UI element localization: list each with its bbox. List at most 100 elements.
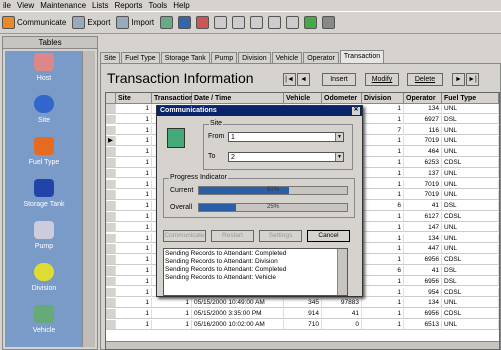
col-header-vehicle[interactable]: Vehicle — [284, 93, 322, 104]
row-selector[interactable] — [106, 104, 116, 113]
next-record-button[interactable]: ► — [452, 73, 465, 86]
table-row[interactable]: 1 1 05/16/2000 10:02:00 AM 710 0 1 6513 UNL — [106, 320, 499, 330]
row-selector[interactable] — [106, 114, 116, 124]
row-selector[interactable] — [106, 222, 116, 232]
import-button[interactable]: Import — [116, 16, 154, 29]
sidebar-item-site[interactable]: Site — [5, 95, 83, 124]
tab-pump[interactable]: Pump — [210, 52, 238, 63]
insert-button[interactable]: Insert — [322, 73, 356, 86]
table-row[interactable]: 1 1 05/15/2000 10:49:00 AM 345 97883 1 134 UNL — [106, 298, 499, 308]
first-record-button[interactable]: |◄ — [283, 73, 296, 86]
menu-maintenance[interactable]: Maintenance — [40, 1, 86, 10]
row-selector[interactable] — [106, 212, 116, 221]
col-header-division[interactable]: Division — [362, 93, 404, 104]
row-selector[interactable]: ▶ — [106, 136, 116, 146]
tab-storage-tank[interactable]: Storage Tank — [160, 52, 210, 63]
communicate-button[interactable]: Communicate — [163, 230, 206, 242]
tile-icon[interactable] — [268, 16, 282, 29]
cell-op: 134 — [404, 233, 442, 243]
row-selector[interactable] — [106, 244, 116, 254]
row-selector[interactable] — [106, 287, 116, 297]
horizontal-scrollbar[interactable] — [106, 341, 499, 349]
sidebar-item-storage-tank[interactable]: Storage Tank — [5, 179, 83, 208]
globe-icon[interactable] — [178, 16, 192, 29]
col-header-transaction[interactable]: Transaction — [152, 93, 193, 104]
row-selector[interactable] — [106, 125, 116, 135]
cell-veh: 914 — [284, 309, 322, 319]
network-icon[interactable] — [160, 16, 174, 29]
table-row[interactable]: 1 1 05/15/2000 3:35:00 PM 914 41 1 6956 CDSL — [106, 309, 499, 319]
row-selector[interactable] — [106, 179, 116, 189]
tab-fuel-type[interactable]: Fuel Type — [121, 52, 160, 63]
row-selector[interactable] — [106, 266, 116, 275]
communicate-button[interactable]: Communicate — [2, 16, 66, 29]
log-scrollbar[interactable] — [337, 249, 347, 295]
modify-button[interactable]: Modify — [365, 73, 399, 86]
tab-site[interactable]: Site — [100, 52, 121, 63]
from-select[interactable]: 1 ▼ — [228, 132, 344, 142]
settings-button[interactable]: Settings — [259, 230, 302, 242]
key-icon[interactable] — [322, 16, 336, 29]
restart-button[interactable]: Restart — [211, 230, 254, 242]
cancel-button[interactable]: Cancel — [307, 230, 350, 242]
sidebar: Tables Host Site Fuel Type Storage Tank … — [2, 36, 98, 350]
row-selector[interactable] — [106, 276, 116, 286]
to-select[interactable]: 2 ▼ — [228, 152, 344, 162]
row-selector[interactable] — [106, 298, 116, 308]
tab-transaction[interactable]: Transaction — [339, 50, 385, 63]
row-selector[interactable] — [106, 233, 116, 243]
sidebar-scrollbar[interactable] — [82, 51, 95, 347]
row-selector[interactable] — [106, 201, 116, 211]
communications-dialog: Communications ✕ Site From 1 ▼ To 2 ▼ Progr… — [156, 105, 363, 297]
row-selector[interactable] — [106, 320, 116, 329]
close-icon[interactable]: ✕ — [352, 107, 360, 115]
menu-tools[interactable]: Tools — [149, 1, 168, 10]
col-header-operator[interactable]: Operator — [404, 93, 442, 104]
cell-op: 6956 — [404, 255, 442, 265]
stop-icon[interactable] — [286, 16, 300, 29]
log-line: Sending Records to Attendant: Completed — [165, 250, 287, 257]
window-icon[interactable] — [232, 16, 246, 29]
row-selector[interactable] — [106, 168, 116, 178]
sidebar-item-vehicle[interactable]: Vehicle — [5, 305, 83, 334]
cell-div: 1 — [362, 244, 404, 254]
menu-file[interactable]: ile — [3, 1, 11, 10]
menu-view[interactable]: View — [17, 1, 34, 10]
menu-help[interactable]: Help — [173, 1, 189, 10]
cell-fuel: UNL — [442, 244, 499, 254]
row-selector[interactable] — [106, 309, 116, 319]
tab-vehicle[interactable]: Vehicle — [271, 52, 303, 63]
current-progress-bar: 61% — [198, 186, 348, 195]
progress-group-label: Progress Indicator — [169, 174, 228, 181]
log-line: Sending Records to Attendant: Division — [165, 258, 278, 265]
row-selector[interactable] — [106, 158, 116, 167]
cell-div: 1 — [362, 255, 404, 265]
export-button[interactable]: Export — [72, 16, 110, 29]
col-header-site[interactable]: Site — [116, 93, 152, 104]
sidebar-item-host[interactable]: Host — [5, 53, 83, 82]
refresh-icon[interactable] — [250, 16, 264, 29]
sidebar-item-division[interactable]: Division — [5, 263, 83, 292]
col-header-fuel-type[interactable]: Fuel Type — [442, 93, 499, 104]
tab-operator[interactable]: Operator — [303, 52, 339, 63]
col-header-odometer[interactable]: Odometer — [322, 93, 362, 104]
delete-button[interactable]: Delete — [407, 73, 443, 86]
row-selector[interactable] — [106, 190, 116, 200]
prev-record-button[interactable]: ◄ — [297, 73, 310, 86]
cell-site: 1 — [116, 168, 152, 178]
flag-icon[interactable] — [196, 16, 210, 29]
tab-division[interactable]: Division — [238, 52, 271, 63]
site-group: Site From 1 ▼ To 2 ▼ — [203, 120, 353, 170]
sidebar-item-fuel-type[interactable]: Fuel Type — [5, 137, 83, 166]
row-selector[interactable] — [106, 255, 116, 265]
undo-icon[interactable] — [214, 16, 228, 29]
menu-reports[interactable]: Reports — [114, 1, 142, 10]
row-selector[interactable] — [106, 147, 116, 157]
menu-lists[interactable]: Lists — [92, 1, 108, 10]
cell-fuel: UNL — [442, 136, 499, 146]
sidebar-item-pump[interactable]: Pump — [5, 221, 83, 250]
last-record-button[interactable]: ►| — [466, 73, 479, 86]
chart-icon[interactable] — [304, 16, 318, 29]
col-header-datetime[interactable]: Date / Time — [192, 93, 284, 104]
cell-site: 1 — [116, 212, 152, 221]
